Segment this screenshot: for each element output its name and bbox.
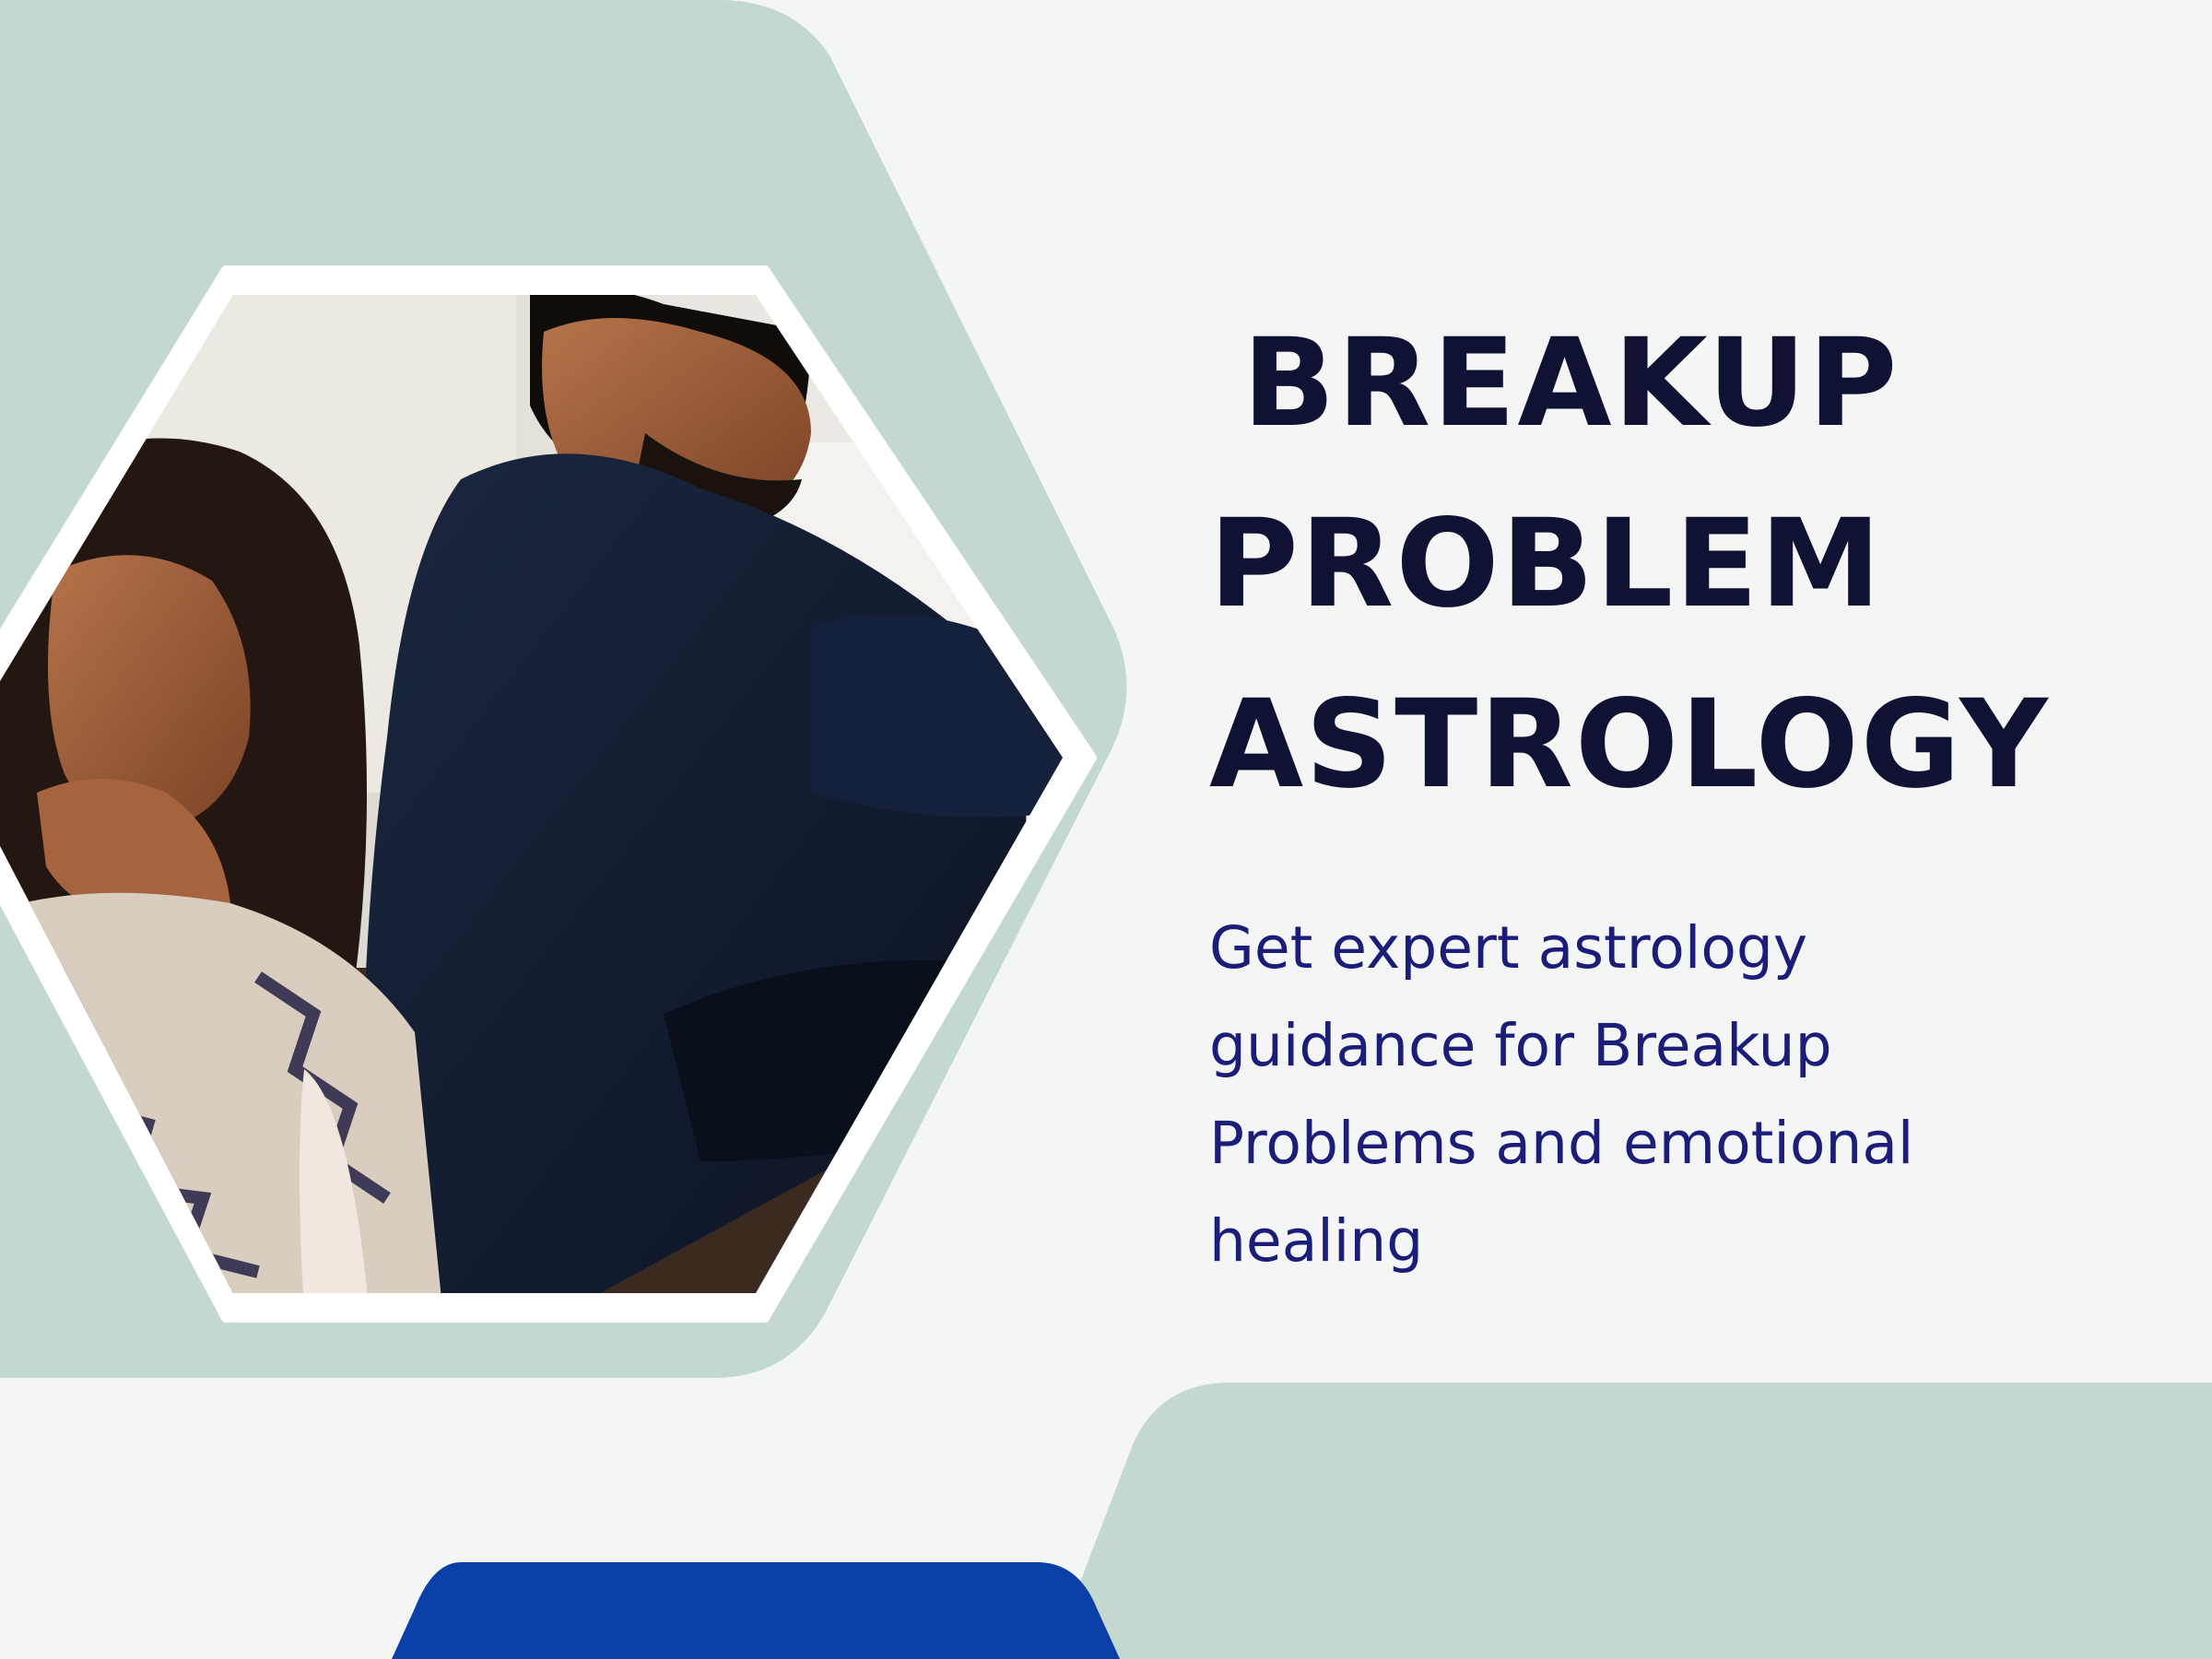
hero-title-line-2: PROBLEM bbox=[1209, 493, 1883, 635]
hero-description-line-4: healing bbox=[1209, 1207, 1424, 1275]
hero-title-line-3: ASTROLOGY bbox=[1209, 674, 2050, 816]
hero-description-line-1: Get expert astrology bbox=[1209, 914, 1808, 982]
hero-description-line-3: Problems and emotional bbox=[1209, 1110, 1914, 1177]
banner-page: BREAKUP PROBLEM ASTROLOGY Get expert ast… bbox=[0, 0, 2212, 1659]
hero-title-line-1: BREAKUP bbox=[1242, 312, 1900, 454]
cta-button[interactable] bbox=[392, 1562, 1120, 1659]
hero-description: Get expert astrology guidance for Breaku… bbox=[1209, 900, 2076, 1290]
hero-description-line-2: guidance for Breakup bbox=[1209, 1012, 1832, 1079]
mint-corner-shape bbox=[1051, 1382, 2212, 1659]
hero-title: BREAKUP PROBLEM ASTROLOGY bbox=[1209, 293, 2085, 835]
